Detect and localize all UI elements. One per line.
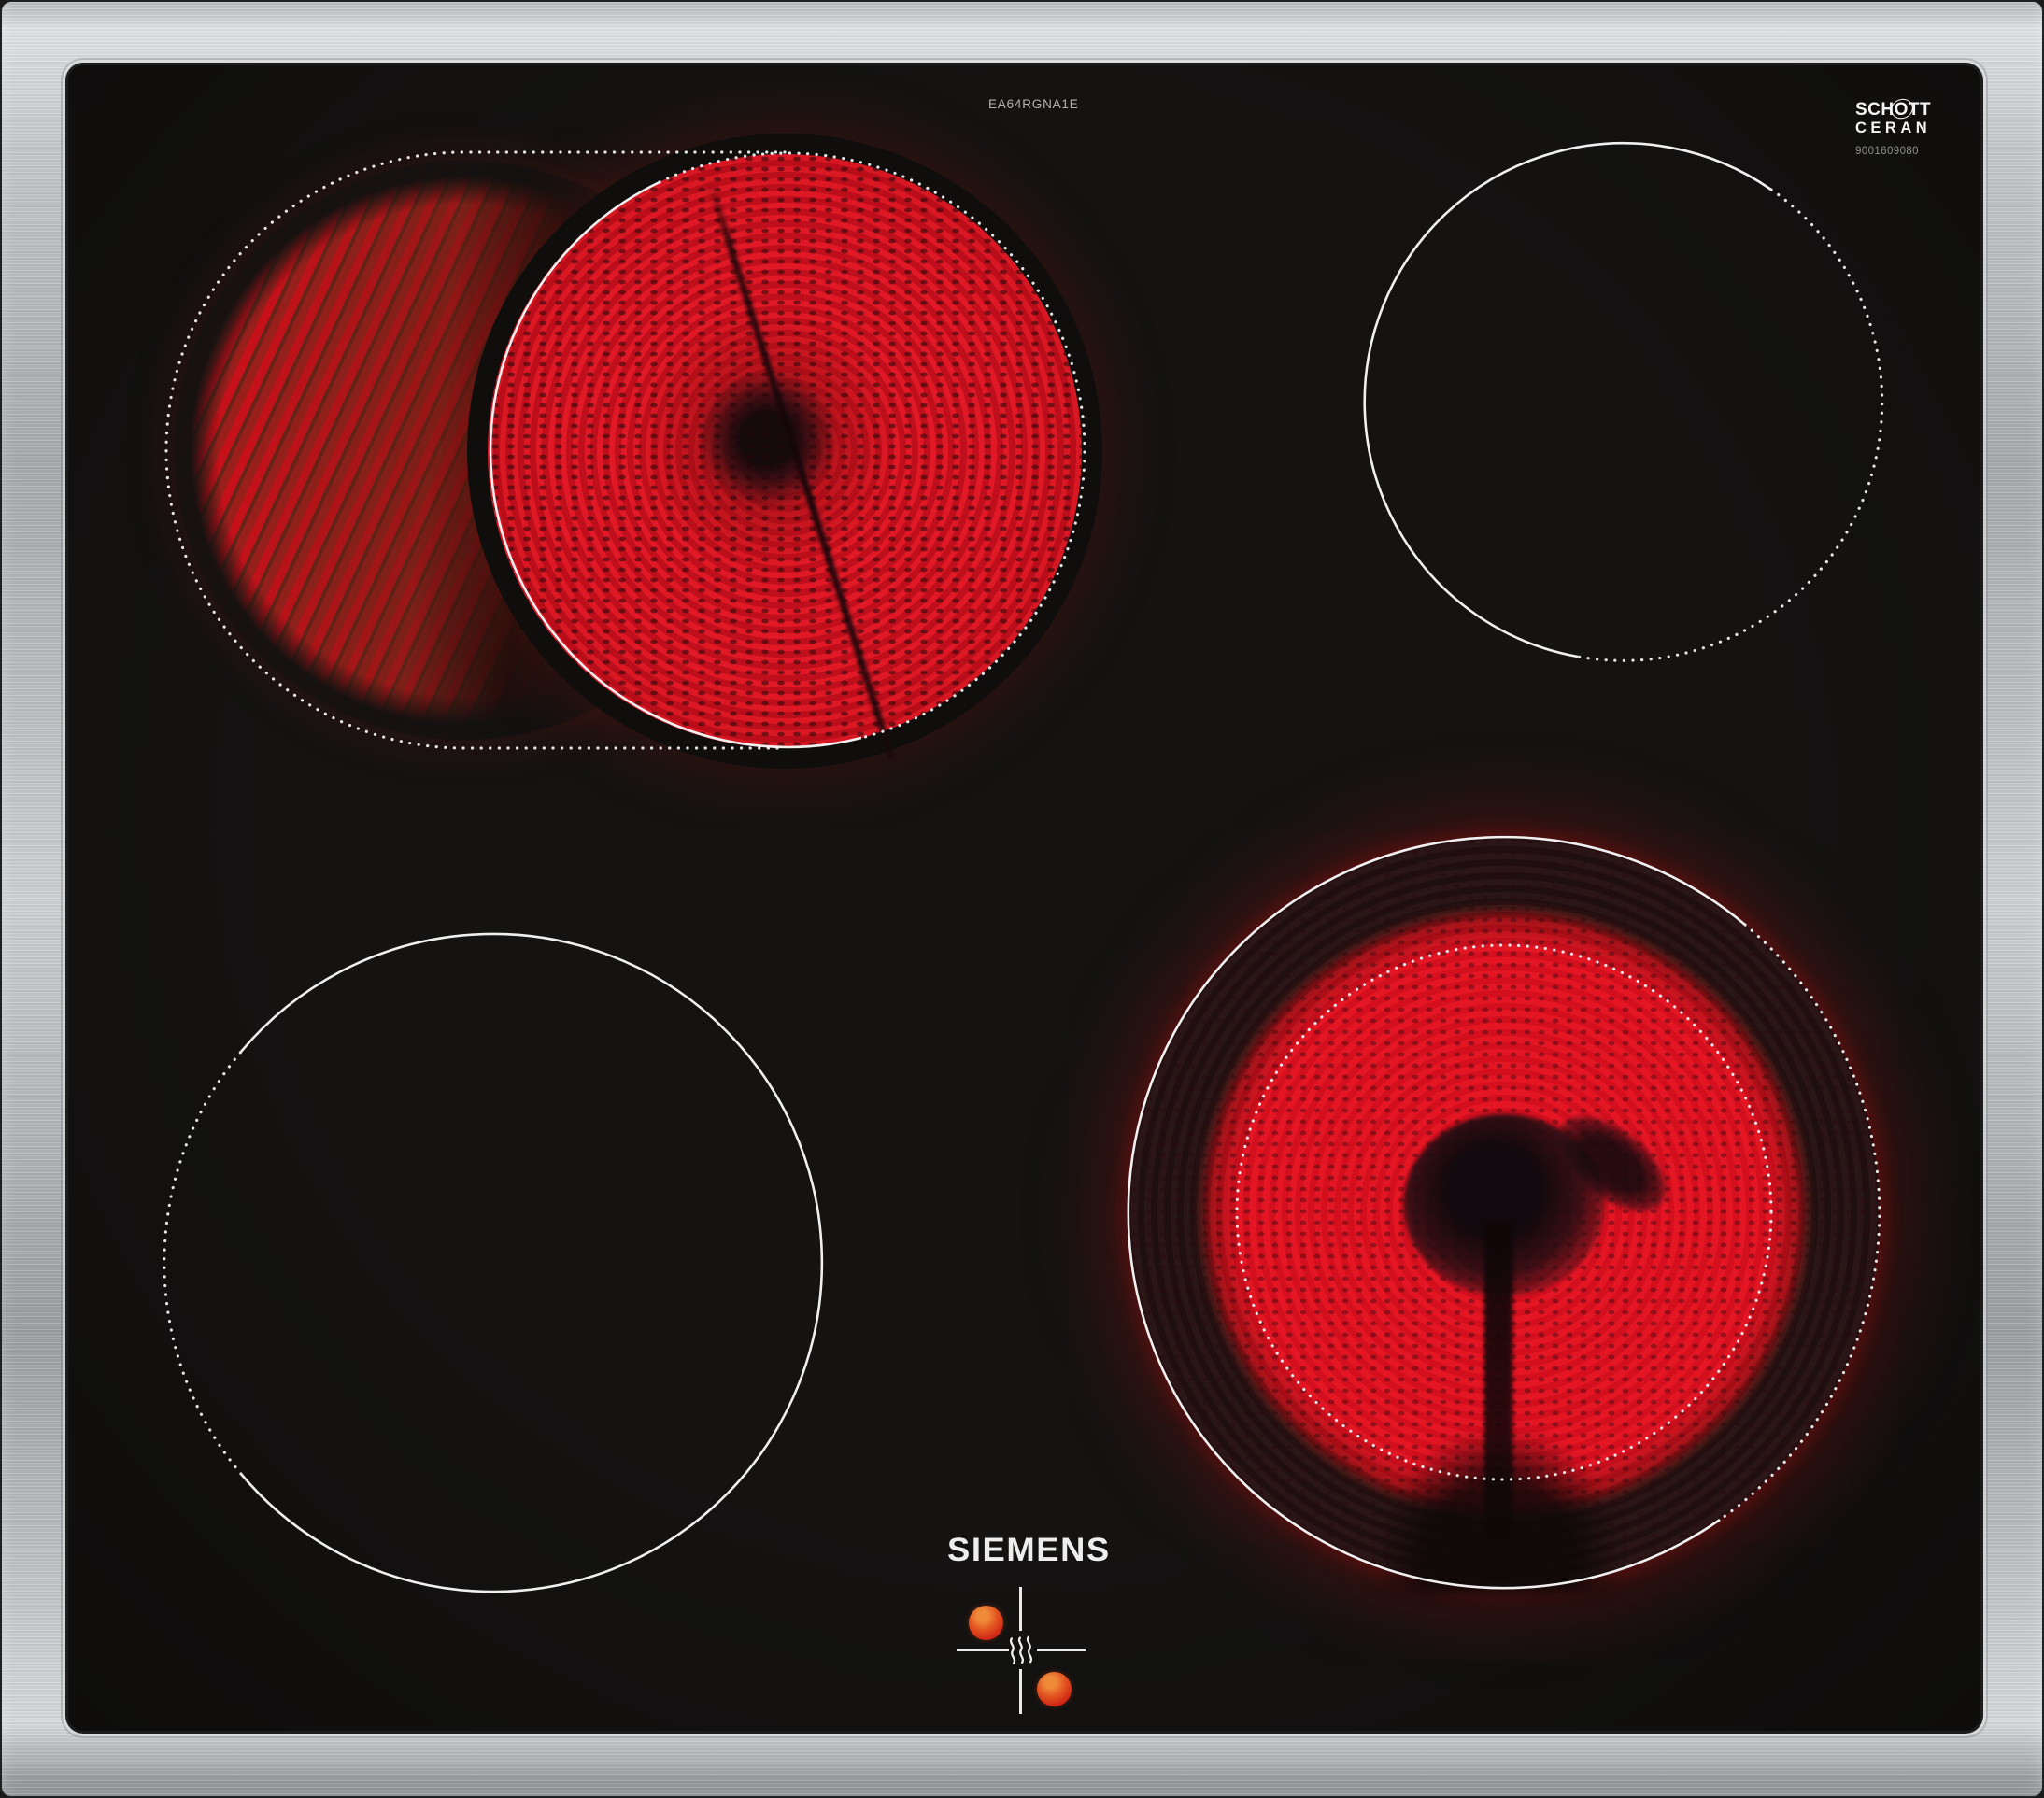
crosshair-line-left bbox=[957, 1649, 1009, 1651]
stem-base-shadow bbox=[1383, 1435, 1616, 1593]
model-number-label: EA64RGNA1E bbox=[988, 97, 1079, 111]
crosshair-line-right bbox=[1037, 1649, 1086, 1651]
heating-filament-shadow bbox=[706, 179, 896, 762]
crosshair-line-top bbox=[1019, 1587, 1022, 1631]
marking-front-left-dotted bbox=[163, 1050, 243, 1476]
schott-wordmark: SCHOTT bbox=[1855, 101, 1931, 120]
heat-waves-icon bbox=[1009, 1635, 1032, 1664]
schott-ceran-logo: SCHOTT CERAN 9001609080 bbox=[1855, 101, 1932, 158]
ceran-wordmark: CERAN bbox=[1855, 120, 1932, 136]
residual-heat-dot-icon bbox=[1037, 1672, 1072, 1706]
glass-part-number: 9001609080 bbox=[1855, 146, 1919, 157]
residual-heat-indicator-cluster bbox=[947, 1582, 1097, 1722]
marking-rear-right-solid bbox=[1363, 142, 1772, 658]
schott-text-a: SCH bbox=[1855, 100, 1895, 120]
residual-heat-dot-icon bbox=[969, 1606, 1003, 1640]
siemens-logo: SIEMENS bbox=[947, 1532, 1111, 1568]
hob-product-photo: EA64RGNA1E SCHOTT CERAN 9001609080 SIEME… bbox=[0, 0, 2044, 1798]
marking-rear-right-dotted bbox=[1576, 188, 1884, 662]
zone-front-right-glow bbox=[1128, 837, 1880, 1593]
ceramic-glass-surface: EA64RGNA1E SCHOTT CERAN 9001609080 SIEME… bbox=[68, 65, 1980, 1731]
crosshair-line-bottom bbox=[1019, 1669, 1022, 1714]
schott-o-with-ring-icon: O bbox=[1894, 100, 1909, 120]
zone-rear-left-main-glow bbox=[488, 154, 1082, 762]
marking-front-left-solid bbox=[240, 932, 824, 1593]
